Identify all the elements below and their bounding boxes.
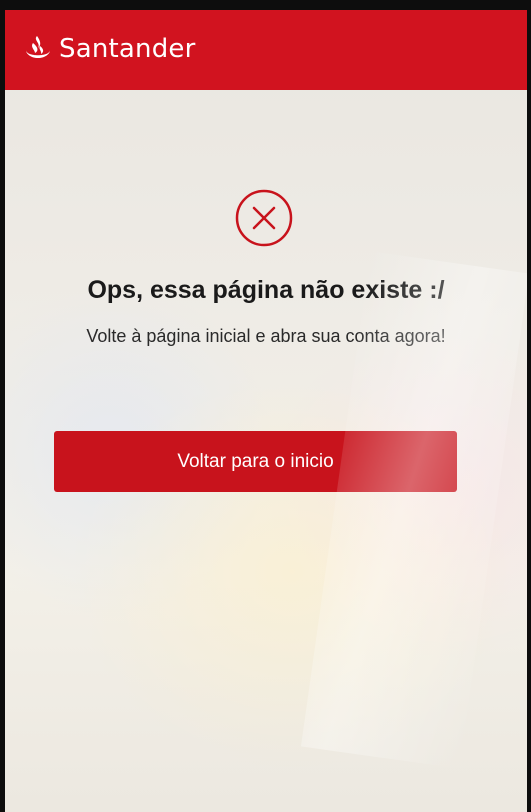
back-to-home-button[interactable]: Voltar para o inicio: [54, 431, 457, 492]
error-title: Ops, essa página não existe :/: [87, 276, 445, 304]
app-header: Santander: [5, 10, 527, 90]
brand-name: Santander: [59, 34, 196, 64]
close-circle-icon: [235, 189, 293, 247]
error-message: Volte à página inicial e abra sua conta …: [86, 326, 446, 346]
santander-flame-icon: [26, 36, 50, 58]
santander-logo[interactable]: Santander: [23, 34, 196, 64]
phone-screen: Santander Ops, essa página não existe :/…: [5, 10, 527, 812]
phone-device: Santander Ops, essa página não existe :/…: [0, 0, 531, 812]
error-page-content: Ops, essa página não existe :/ Volte à p…: [5, 90, 527, 812]
